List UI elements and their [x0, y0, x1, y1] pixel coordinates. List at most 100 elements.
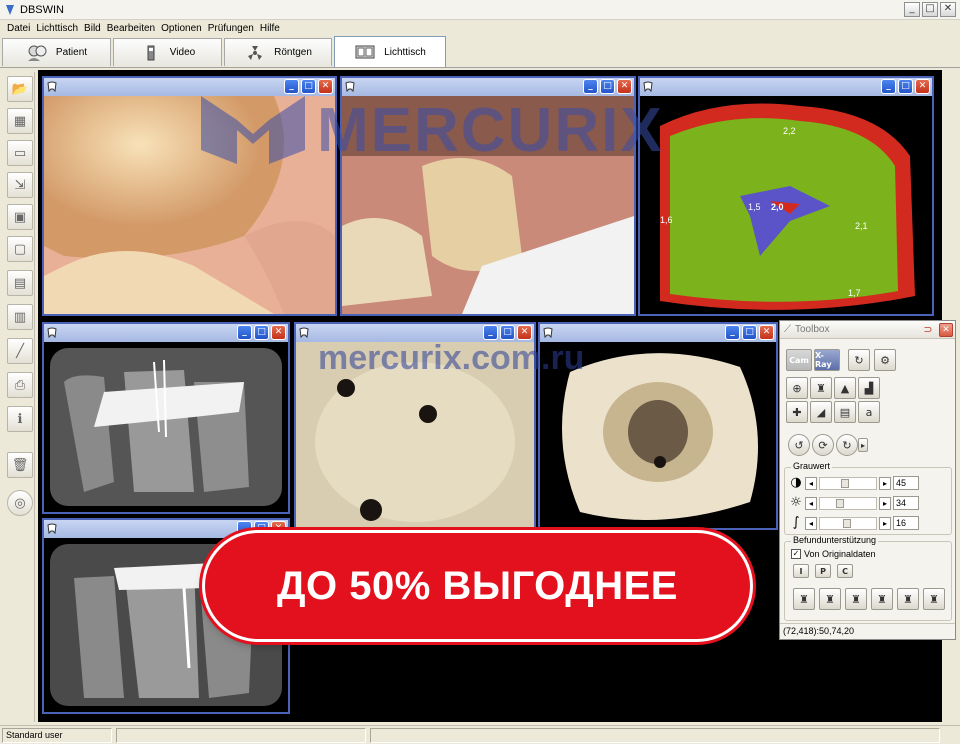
slider-thumb[interactable] — [841, 478, 849, 488]
maximize-button[interactable]: □ — [254, 325, 269, 340]
close-button[interactable]: ✕ — [915, 79, 930, 94]
save-stack-icon[interactable]: ▦ — [7, 108, 33, 134]
minimize-button[interactable]: _ — [725, 325, 740, 340]
import-icon[interactable]: ⇲ — [7, 172, 33, 198]
mode-i-button[interactable]: I — [793, 564, 809, 578]
target-icon[interactable]: ◎ — [7, 490, 33, 516]
image-window-xray-1[interactable]: _ □ ✕ — [42, 322, 290, 514]
refresh-icon[interactable]: ↻ — [848, 349, 870, 371]
zoom-icon[interactable]: ⊕ — [786, 377, 808, 399]
minimize-button[interactable]: _ — [904, 2, 920, 17]
tab-label: Video — [169, 47, 196, 58]
open-folder-icon[interactable]: 📂 — [7, 76, 33, 102]
save-icon[interactable]: ▣ — [7, 204, 33, 230]
blank-frame-icon[interactable]: ▭ — [7, 140, 33, 166]
histogram-icon[interactable]: ▟ — [858, 377, 880, 399]
menu-bearbeiten[interactable]: Bearbeiten — [104, 23, 158, 34]
trash-icon[interactable]: 🗑 — [7, 452, 33, 478]
measure-icon[interactable]: ╱ — [7, 338, 33, 364]
close-button[interactable]: ✕ — [617, 79, 632, 94]
menu-datei[interactable]: Datei — [4, 23, 33, 34]
menu-bar: Datei Lichttisch Bild Bearbeiten Optione… — [0, 20, 960, 36]
mode-p-button[interactable]: P — [815, 564, 831, 578]
maximize-button[interactable]: □ — [898, 79, 913, 94]
increment-arrow[interactable]: ▸ — [879, 476, 891, 490]
rotate-icon[interactable]: ⟳ — [812, 434, 834, 456]
image-window-caries-map[interactable]: _ □ ✕ 2,2 1,6 1,5 2,0 2,1 1,7 — [638, 76, 934, 316]
slider-thumb[interactable] — [836, 498, 844, 508]
toolbox-close-button[interactable]: ✕ — [939, 323, 953, 337]
slider-thumb[interactable] — [843, 518, 851, 528]
tooth-icon — [47, 523, 57, 535]
cross-icon[interactable]: ✚ — [786, 401, 808, 423]
image-window-photo-2[interactable]: _ □ ✕ — [340, 76, 636, 316]
minimize-button[interactable]: _ — [583, 79, 598, 94]
menu-pruefungen[interactable]: Prüfungen — [205, 23, 257, 34]
gamma-slider[interactable] — [819, 516, 877, 530]
decrement-arrow[interactable]: ◂ — [805, 496, 817, 510]
tooth-red-icon[interactable]: ♜ — [793, 588, 815, 610]
close-button[interactable]: ✕ — [517, 325, 532, 340]
minimize-button[interactable]: _ — [284, 79, 299, 94]
tooth-blue-icon[interactable]: ♜ — [819, 588, 841, 610]
decrement-arrow[interactable]: ◂ — [805, 516, 817, 530]
xray-button[interactable]: X-Ray — [814, 349, 840, 371]
text-tool-icon[interactable]: a — [858, 401, 880, 423]
cam-button[interactable]: Cam — [786, 349, 812, 371]
monitor-icon[interactable]: ▤ — [7, 270, 33, 296]
settings-icon[interactable]: ⚙ — [874, 349, 896, 371]
document-icon[interactable]: ▥ — [7, 304, 33, 330]
minimize-button[interactable]: _ — [881, 79, 896, 94]
xray-image — [44, 342, 288, 512]
info-icon[interactable]: ℹ — [7, 406, 33, 432]
radiation-icon — [248, 45, 263, 60]
close-button[interactable]: ✕ — [759, 325, 774, 340]
tab-roentgen[interactable]: Röntgen — [224, 38, 332, 66]
minimize-button[interactable]: _ — [483, 325, 498, 340]
maximize-button[interactable]: □ — [600, 79, 615, 94]
contrast-slider[interactable] — [819, 476, 877, 490]
lock-icon[interactable]: ▢ — [7, 236, 33, 262]
menu-hilfe[interactable]: Hilfe — [257, 23, 283, 34]
minimize-button[interactable]: _ — [237, 325, 252, 340]
filter-icon[interactable]: ▤ — [834, 401, 856, 423]
maximize-button[interactable]: □ — [742, 325, 757, 340]
tooth-navy-icon[interactable]: ♜ — [845, 588, 867, 610]
pin-icon[interactable]: ⊃ — [921, 323, 935, 337]
rotate-left-icon[interactable]: ↺ — [788, 434, 810, 456]
status-bar: Standard user — [0, 725, 960, 744]
maximize-button[interactable]: □ — [301, 79, 316, 94]
decrement-arrow[interactable]: ◂ — [805, 476, 817, 490]
brightness-slider[interactable] — [819, 496, 877, 510]
rotate-right-icon[interactable]: ↻ — [836, 434, 858, 456]
toolbox-titlebar[interactable]: ⟋ Toolbox ⊃ ✕ — [780, 321, 955, 339]
close-button[interactable]: ✕ — [318, 79, 333, 94]
menu-optionen[interactable]: Optionen — [158, 23, 205, 34]
gradient-icon[interactable]: ◢ — [810, 401, 832, 423]
maximize-button[interactable]: □ — [922, 2, 938, 17]
left-toolbar: 📂 ▦ ▭ ⇲ ▣ ▢ ▤ ▥ ╱ ⎙ ℹ 🗑 ◎ — [3, 72, 35, 722]
original-data-checkbox[interactable]: ✓ — [791, 549, 801, 559]
tooth-magenta-icon[interactable]: ♜ — [897, 588, 919, 610]
mode-c-button[interactable]: C — [837, 564, 853, 578]
gamma-value[interactable]: 16 — [893, 516, 919, 530]
maximize-button[interactable]: □ — [500, 325, 515, 340]
tooth-green-icon[interactable]: ♜ — [871, 588, 893, 610]
print-icon[interactable]: ⎙ — [7, 372, 33, 398]
brightness-value[interactable]: 34 — [893, 496, 919, 510]
tooth-tool-icon[interactable]: ♜ — [810, 377, 832, 399]
menu-lichttisch[interactable]: Lichttisch — [33, 23, 81, 34]
close-button[interactable]: ✕ — [940, 2, 956, 17]
tab-patient[interactable]: Patient — [2, 38, 111, 66]
image-window-photo-1[interactable]: _ □ ✕ — [42, 76, 337, 316]
increment-arrow[interactable]: ▸ — [879, 496, 891, 510]
color-icon[interactable]: ▲ — [834, 377, 856, 399]
more-arrow-icon[interactable]: ▸ — [858, 438, 868, 452]
increment-arrow[interactable]: ▸ — [879, 516, 891, 530]
contrast-value[interactable]: 45 — [893, 476, 919, 490]
close-button[interactable]: ✕ — [271, 325, 286, 340]
tab-video[interactable]: Video — [113, 38, 222, 66]
tab-lichttisch[interactable]: Lichttisch — [334, 36, 446, 67]
tooth-gray-icon[interactable]: ♜ — [923, 588, 945, 610]
menu-bild[interactable]: Bild — [81, 23, 104, 34]
